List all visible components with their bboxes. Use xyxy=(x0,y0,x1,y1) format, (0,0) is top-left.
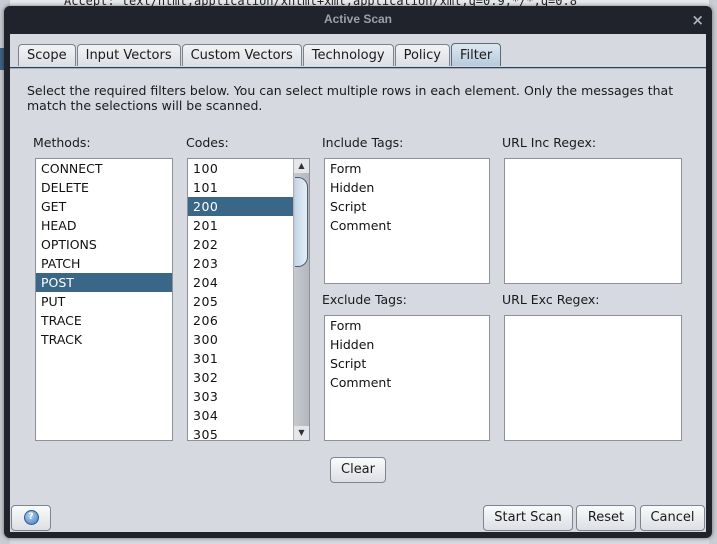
filter-description: Select the required filters below. You c… xyxy=(27,83,674,113)
exclude-tags-label: Exclude Tags: xyxy=(322,292,407,307)
scroll-down-arrow-icon[interactable]: ▼ xyxy=(294,426,309,440)
code-item[interactable]: 205 xyxy=(188,292,294,311)
code-item[interactable]: 101 xyxy=(188,178,294,197)
code-item[interactable]: 206 xyxy=(188,311,294,330)
exclude-tag-item[interactable]: Comment xyxy=(325,373,489,392)
scroll-thumb[interactable] xyxy=(295,177,308,267)
method-item[interactable]: TRACE xyxy=(36,311,172,330)
methods-list[interactable]: CONNECT DELETE GET HEAD OPTIONS PATCH POST PUT T… xyxy=(35,158,173,441)
url-inc-regex-value xyxy=(505,159,681,178)
tab-scope[interactable]: Scope xyxy=(18,44,76,66)
method-item[interactable]: PATCH xyxy=(36,254,172,273)
start-scan-button[interactable]: Start Scan xyxy=(483,505,573,531)
clear-button[interactable]: Clear xyxy=(330,457,386,483)
close-icon[interactable]: × xyxy=(691,11,704,29)
cancel-button[interactable]: Cancel xyxy=(640,505,705,531)
tab-filter[interactable]: Filter xyxy=(450,43,502,66)
include-tag-item[interactable]: Comment xyxy=(325,216,489,235)
title-bar[interactable]: Active Scan × xyxy=(4,6,712,34)
url-exc-regex-value xyxy=(505,316,681,335)
code-item[interactable]: 300 xyxy=(188,330,294,349)
dialog-content: Scope Input Vectors Custom Vectors Techn… xyxy=(10,34,706,532)
code-item[interactable]: 302 xyxy=(188,368,294,387)
reset-button[interactable]: Reset xyxy=(576,505,636,531)
code-item[interactable]: 304 xyxy=(188,406,294,425)
codes-label: Codes: xyxy=(186,135,229,150)
code-item[interactable]: 201 xyxy=(188,216,294,235)
help-button[interactable]: ? xyxy=(11,505,51,531)
exclude-tag-item[interactable]: Hidden xyxy=(325,335,489,354)
methods-label: Methods: xyxy=(33,135,91,150)
code-item[interactable]: 203 xyxy=(188,254,294,273)
scroll-up-arrow-icon[interactable]: ▲ xyxy=(294,159,309,173)
include-tag-item[interactable]: Hidden xyxy=(325,178,489,197)
code-item[interactable]: 200 xyxy=(188,197,294,216)
codes-items: 100 101 200 201 202 203 204 205 206 300 301 302 303 3… xyxy=(188,159,294,440)
include-tag-item[interactable]: Form xyxy=(325,159,489,178)
include-tags-list[interactable]: Form Hidden Script Comment xyxy=(324,158,490,284)
method-item[interactable]: TRACK xyxy=(36,330,172,349)
code-item[interactable]: 305 xyxy=(188,425,294,440)
exclude-tag-item[interactable]: Form xyxy=(325,316,489,335)
tab-custom-vectors[interactable]: Custom Vectors xyxy=(181,44,302,66)
method-item[interactable]: PUT xyxy=(36,292,172,311)
url-exc-regex-field[interactable] xyxy=(504,315,682,441)
dialog-title: Active Scan xyxy=(323,12,393,26)
codes-list[interactable]: 100 101 200 201 202 203 204 205 206 300 301 302 303 3… xyxy=(187,158,310,441)
method-item[interactable]: HEAD xyxy=(36,216,172,235)
tab-bar: Scope Input Vectors Custom Vectors Techn… xyxy=(18,43,502,67)
url-inc-regex-label: URL Inc Regex: xyxy=(502,135,597,150)
help-icon: ? xyxy=(23,510,39,525)
method-item[interactable]: OPTIONS xyxy=(36,235,172,254)
codes-scrollbar[interactable]: ▲ ▼ xyxy=(293,159,309,440)
method-item[interactable]: POST xyxy=(36,273,172,292)
method-item[interactable]: DELETE xyxy=(36,178,172,197)
active-scan-dialog: Active Scan × Scope Input Vectors Custom… xyxy=(4,6,712,538)
include-tags-label: Include Tags: xyxy=(322,135,404,150)
code-item[interactable]: 100 xyxy=(188,159,294,178)
tab-input-vectors[interactable]: Input Vectors xyxy=(76,44,181,66)
exclude-tag-item[interactable]: Script xyxy=(325,354,489,373)
tab-policy[interactable]: Policy xyxy=(394,44,450,66)
exclude-tags-list[interactable]: Form Hidden Script Comment xyxy=(324,315,490,441)
code-item[interactable]: 204 xyxy=(188,273,294,292)
method-item[interactable]: GET xyxy=(36,197,172,216)
url-exc-regex-label: URL Exc Regex: xyxy=(502,292,600,307)
include-tag-item[interactable]: Script xyxy=(325,197,489,216)
code-item[interactable]: 303 xyxy=(188,387,294,406)
method-item[interactable]: CONNECT xyxy=(36,159,172,178)
tab-divider-highlight xyxy=(10,68,706,69)
tab-technology[interactable]: Technology xyxy=(302,44,394,66)
code-item[interactable]: 202 xyxy=(188,235,294,254)
code-item[interactable]: 301 xyxy=(188,349,294,368)
url-inc-regex-field[interactable] xyxy=(504,158,682,284)
